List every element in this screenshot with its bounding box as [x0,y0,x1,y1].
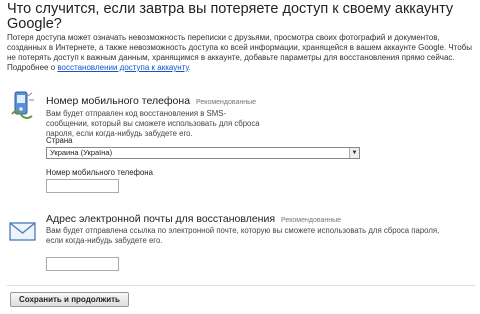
recovery-email-input[interactable] [46,257,119,271]
country-select[interactable]: Украина (Україна) ▼ [46,147,360,159]
recommended-badge: Рекомендованные [196,99,257,106]
envelope-icon [9,220,37,242]
phone-recovery-icon [9,90,35,122]
phone-number-input[interactable] [46,179,119,193]
email-title-text: Адрес электронной почты для восстановлен… [46,213,276,225]
country-select-value: Украина (Україна) [50,148,113,157]
page-title: Что случится, если завтра вы потеряете д… [7,1,454,32]
intro-suffix: . [188,63,191,72]
intro-text: Потеря доступа может означать невозможно… [7,33,475,73]
dropdown-arrow-icon[interactable]: ▼ [349,148,359,158]
phone-section-title: Номер мобильного телефона Рекомендованные [46,95,256,107]
divider [7,285,475,286]
email-section-description: Вам будет отправлена ссылка по электронн… [46,226,440,245]
phone-title-text: Номер мобильного телефона [46,95,191,107]
email-section-title: Адрес электронной почты для восстановлен… [46,213,341,225]
phone-number-label: Номер мобильного телефона [46,168,153,177]
save-and-continue-button[interactable]: Сохранить и продолжить [10,292,129,307]
country-label: Страна [46,136,73,145]
recovery-help-link[interactable]: восстановлении доступа к аккаунту [57,63,188,72]
phone-section-description: Вам будет отправлен код восстановления в… [46,109,260,138]
recommended-badge: Рекомендованные [281,217,342,224]
